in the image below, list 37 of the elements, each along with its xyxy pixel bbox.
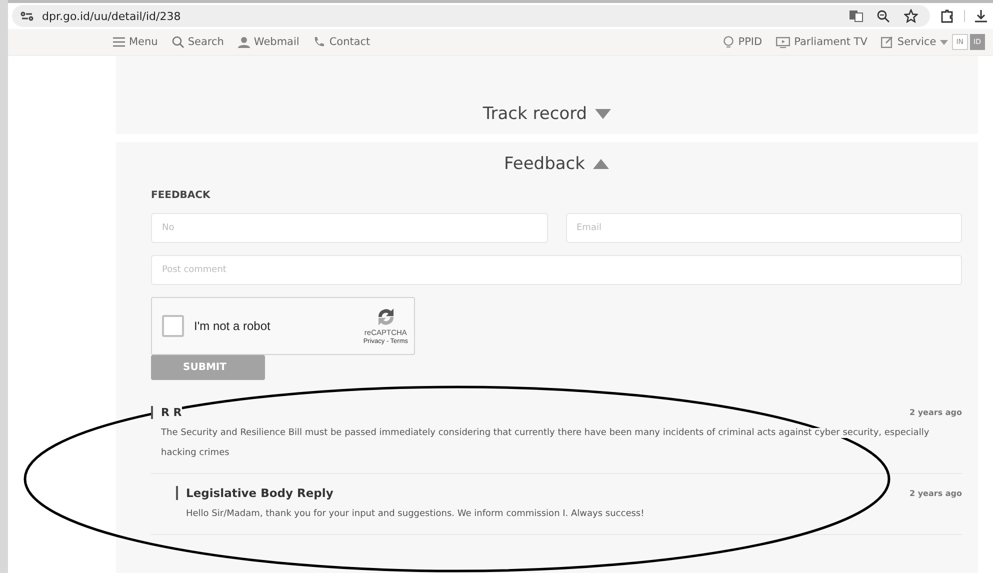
edit-icon xyxy=(881,36,894,48)
nav-link[interactable]: PPID xyxy=(723,36,762,48)
nav-link[interactable]: Menu xyxy=(113,36,158,48)
input-field[interactable]: No xyxy=(151,213,548,243)
extensions-icon[interactable] xyxy=(940,9,954,23)
nav-link[interactable]: Webmail xyxy=(238,36,300,48)
nav-link[interactable]: Parliament TV xyxy=(776,36,868,48)
comment-time: 2 years ago xyxy=(909,408,962,417)
form-heading: FEEDBACK xyxy=(151,190,212,201)
phone-icon xyxy=(313,36,326,48)
nav-link[interactable]: Contact xyxy=(313,36,370,48)
zoom-icon[interactable] xyxy=(877,10,890,22)
captcha-label: I'm not a robot xyxy=(194,319,270,333)
url-text: dpr.go.id/uu/detail/id/238 xyxy=(42,10,181,22)
reply-text: Hello Sir/Madam, thank you for your input and suggestions. We inform commission I. Always success! xyxy=(185,508,646,521)
menu-icon xyxy=(113,37,125,47)
comment-text: The Security and Resilience Bill must be passed immediately considering that currently there have been many incidents of criminal acts against cyber security, especially hacking crimes xyxy=(160,427,930,460)
input-field[interactable]: Post comment xyxy=(151,255,962,285)
lightbulb-icon xyxy=(723,36,734,48)
user-icon xyxy=(238,36,250,48)
reply-time: 2 years ago xyxy=(909,488,962,498)
reply-author: Legislative Body Reply xyxy=(176,486,334,500)
input-field[interactable]: Email xyxy=(566,213,962,243)
star-icon[interactable] xyxy=(904,9,918,23)
caret-icon xyxy=(940,40,948,44)
nav-link[interactable]: Service xyxy=(881,36,948,48)
site-settings-icon[interactable] xyxy=(20,11,34,21)
checkbox[interactable] xyxy=(162,315,184,337)
tv-icon xyxy=(776,36,790,48)
nav-link[interactable]: Search xyxy=(172,36,224,48)
download-icon[interactable] xyxy=(975,9,987,23)
section-toggle[interactable]: Track record xyxy=(482,104,612,124)
section-toggle[interactable]: Feedback xyxy=(504,154,609,174)
address-bar[interactable]: dpr.go.id/uu/detail/id/238 xyxy=(12,5,930,27)
translate-icon[interactable] xyxy=(849,10,863,22)
search-icon xyxy=(172,36,184,48)
comment-author: R R xyxy=(151,406,182,419)
